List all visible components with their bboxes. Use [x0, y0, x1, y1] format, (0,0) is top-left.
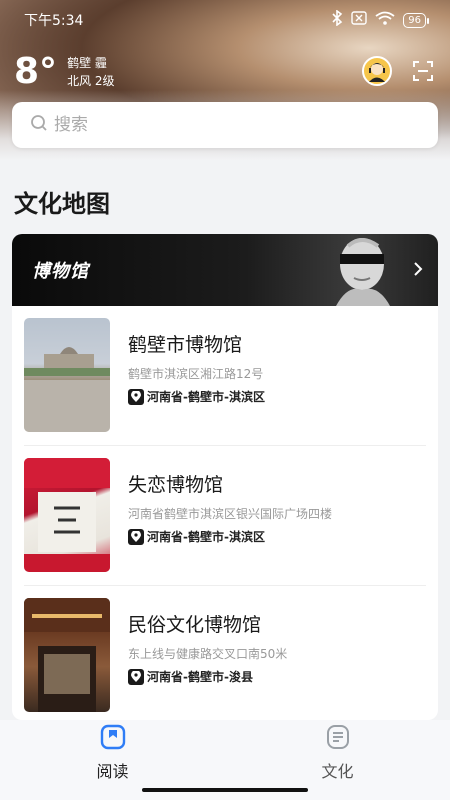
scan-button[interactable]: [410, 58, 436, 84]
museum-photo: [24, 598, 110, 712]
avatar[interactable]: [362, 56, 392, 86]
no-sim-icon: [351, 11, 367, 29]
museum-region-text: 河南省-鹤壁市-淇滨区: [147, 530, 265, 544]
user-avatar-icon: [369, 63, 385, 82]
weather-city: 鹤壁 霾: [67, 56, 107, 70]
museum-address: 河南省鹤壁市淇滨区银兴国际广场四楼: [128, 507, 333, 521]
museum-banner[interactable]: 博物馆: [12, 234, 438, 306]
bookmark-icon: [100, 724, 126, 754]
chevron-right-icon: [412, 260, 424, 282]
status-icons: 96: [331, 9, 429, 30]
tab-culture-label: 文化: [321, 762, 354, 781]
museum-address: 鹤壁市淇滨区湘江路12号: [128, 367, 264, 381]
status-time: 下午5:34: [24, 13, 84, 29]
search-icon: [30, 114, 48, 136]
museum-region-text: 河南省-鹤壁市-浚县: [147, 670, 253, 684]
bluetooth-icon: [331, 9, 343, 30]
location-pin-icon: [128, 668, 144, 685]
status-bar: 下午5:34 96: [24, 8, 429, 32]
home-indicator: [142, 788, 308, 792]
museum-name: 鹤壁市博物馆: [128, 334, 243, 356]
statue-image: [336, 238, 390, 306]
wifi-icon: [375, 11, 395, 29]
museum-list: 鹤壁市博物馆 鹤壁市淇滨区湘江路12号 河南省-鹤壁市-淇滨区 失恋博物馆 河南…: [12, 306, 438, 720]
search-bar[interactable]: [12, 102, 438, 148]
museum-photo: [24, 458, 110, 572]
location-pin-icon: [128, 388, 144, 405]
museum-address: 东上线与健康路交叉口南50米: [128, 647, 288, 661]
location-pin-icon: [128, 528, 144, 545]
scan-icon: [413, 61, 433, 81]
banner-title: 博物馆: [32, 261, 89, 282]
museum-name: 民俗文化博物馆: [128, 614, 262, 636]
list-item[interactable]: 鹤壁市博物馆 鹤壁市淇滨区湘江路12号 河南省-鹤壁市-淇滨区: [24, 306, 426, 446]
weather-widget[interactable]: 8° 鹤壁 霾 北风 2级: [14, 52, 115, 92]
temperature: 8°: [14, 51, 58, 92]
museum-region: 河南省-鹤壁市-淇滨区: [128, 388, 265, 405]
museum-region: 河南省-鹤壁市-淇滨区: [128, 528, 332, 545]
weather-wind: 北风 2级: [67, 74, 115, 88]
list-item[interactable]: 民俗文化博物馆 东上线与健康路交叉口南50米 河南省-鹤壁市-浚县: [24, 586, 426, 720]
culture-map-card: 博物馆 鹤壁市博物馆 鹤壁市淇滨区湘江路12号 河南省-鹤壁市-淇滨区 失恋博物…: [12, 234, 438, 720]
section-title: 文化地图: [14, 190, 110, 218]
museum-region-text: 河南省-鹤壁市-淇滨区: [147, 390, 265, 404]
list-item[interactable]: 失恋博物馆 河南省鹤壁市淇滨区银兴国际广场四楼 河南省-鹤壁市-淇滨区: [24, 446, 426, 586]
museum-name: 失恋博物馆: [128, 474, 224, 496]
battery-icon: 96: [403, 12, 429, 28]
search-input[interactable]: [54, 115, 414, 135]
museum-photo: [24, 318, 110, 432]
tab-read-label: 阅读: [96, 762, 129, 781]
museum-region: 河南省-鹤壁市-浚县: [128, 668, 287, 685]
document-icon: [325, 724, 351, 754]
